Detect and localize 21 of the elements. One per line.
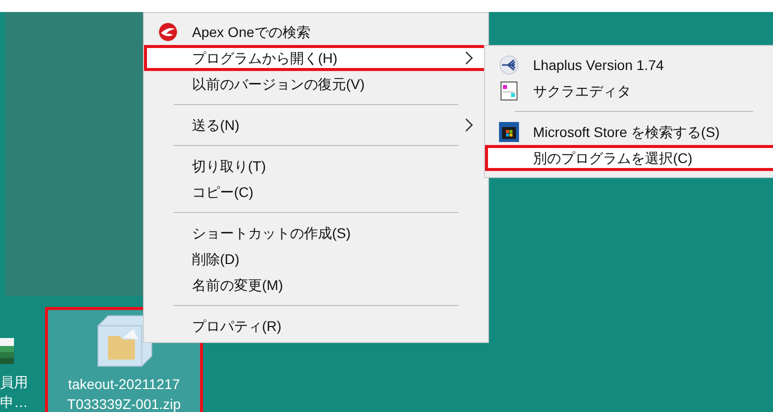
- desktop-icon[interactable]: 員用 申…: [0, 338, 42, 412]
- menu-item[interactable]: Apex Oneでの検索: [144, 19, 488, 45]
- menu-item[interactable]: 切り取り(T): [144, 153, 488, 179]
- menu-item[interactable]: 送る(N): [144, 112, 488, 138]
- editor-icon: [500, 81, 518, 101]
- icon-label: 申…: [0, 393, 28, 412]
- file-icon: [0, 338, 14, 364]
- menu-item[interactable]: コピー(C): [144, 179, 488, 205]
- menu-item[interactable]: サクラエディタ: [485, 78, 773, 104]
- menu-item[interactable]: Lhaplus Version 1.74: [485, 52, 773, 78]
- logo-icon: [158, 22, 178, 42]
- menu-item[interactable]: ショートカットの作成(S): [144, 220, 488, 246]
- menu-item[interactable]: 別のプログラムを選択(C): [485, 145, 773, 171]
- menu-item[interactable]: 名前の変更(M): [144, 272, 488, 298]
- menu-item[interactable]: 以前のバージョンの復元(V): [144, 71, 488, 97]
- menu-item[interactable]: 削除(D): [144, 246, 488, 272]
- icon-label: 員用: [0, 373, 28, 392]
- icon-label: takeout-20211217: [68, 375, 180, 394]
- menu-item[interactable]: Microsoft Store を検索する(S): [485, 119, 773, 145]
- store-icon: [499, 122, 519, 142]
- icon-label: T033339Z-001.zip: [67, 395, 181, 412]
